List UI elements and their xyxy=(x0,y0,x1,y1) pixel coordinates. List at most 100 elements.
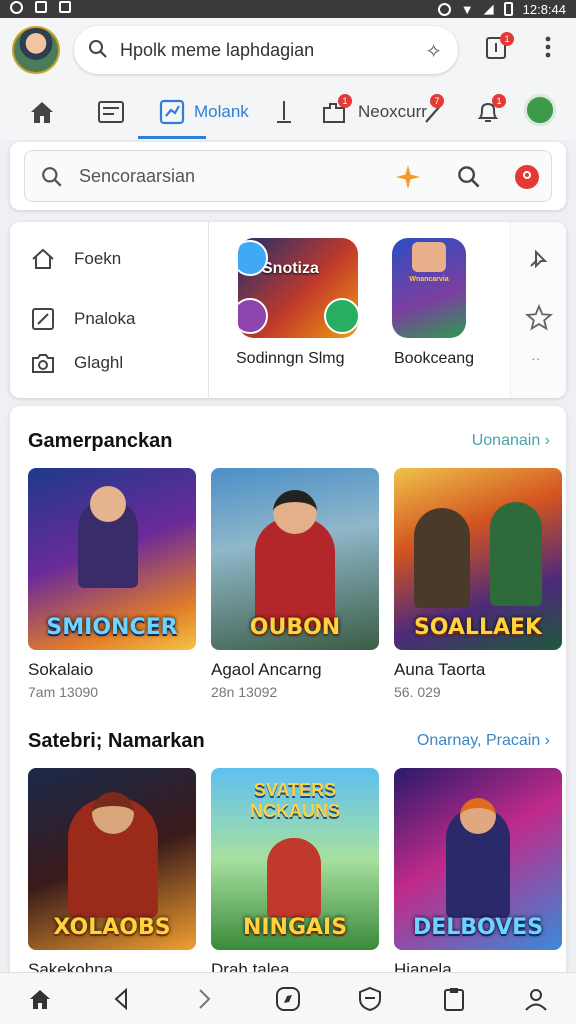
compass-icon[interactable] xyxy=(274,985,302,1013)
tab-badge: 1 xyxy=(338,94,352,108)
quick-item-glaghl[interactable]: Glaghl xyxy=(30,350,123,376)
section-see-more-link[interactable]: Uonanain › xyxy=(472,432,550,450)
tab-divider-tool[interactable] xyxy=(272,92,304,132)
game-cover: SVATERS NCKAUNS NINGAIS xyxy=(211,768,379,950)
app-notification-icon xyxy=(35,1,47,13)
library-icon xyxy=(98,101,124,123)
sparkle-icon[interactable] xyxy=(395,164,421,190)
tab-label: Molank xyxy=(194,102,249,121)
gallery-notification-icon xyxy=(59,1,71,13)
game-cover: SMIONCER xyxy=(28,468,196,650)
status-bar: ▼ ◢ 12:8:44 xyxy=(0,0,576,18)
game-cover: DELBOVES xyxy=(394,768,562,950)
quick-item-label: Pnaloka xyxy=(74,309,136,328)
game-title: Agaol Ancarng xyxy=(211,660,322,679)
tab-home[interactable] xyxy=(28,92,64,132)
battery-icon xyxy=(503,2,513,16)
search-icon[interactable] xyxy=(457,165,481,189)
quick-item-foekn[interactable]: Foekn xyxy=(30,246,121,272)
tab-badge: 1 xyxy=(492,94,506,108)
secondary-search-panel: Sencoraarsian xyxy=(10,142,566,210)
search-icon xyxy=(42,167,62,187)
tab-alerts[interactable]: 1 xyxy=(474,92,510,132)
chevron-right-icon: › xyxy=(544,432,550,449)
signal-icon: ◢ xyxy=(483,1,494,16)
featured-tile-2-label: Bookceang xyxy=(394,350,475,367)
more-dots-icon[interactable]: ·· xyxy=(531,350,540,366)
game-cover-art-text: SVATERS NCKAUNS xyxy=(250,780,340,821)
home-outline-icon xyxy=(32,248,54,269)
search-query[interactable]: Hpolk meme laphdagian xyxy=(120,40,314,61)
search-icon xyxy=(89,40,107,58)
lens-icon[interactable]: ✧ xyxy=(425,39,442,64)
quick-access-panel: Foekn Pnaloka Glaghl Snotiza Sodinngn Sl… xyxy=(10,222,566,398)
alarm-icon xyxy=(437,2,451,16)
featured-tile-2[interactable]: Wnancarvia xyxy=(392,238,466,338)
featured-tile-1-label: Sodinngn Slmg xyxy=(236,350,345,367)
section-title: Satebri; Namarkan xyxy=(28,730,205,752)
tab-molank[interactable]: Molank xyxy=(158,92,249,132)
game-cover: SOALLAEK xyxy=(394,468,562,650)
bottom-navigation xyxy=(0,972,576,1024)
game-card[interactable]: SVATERS NCKAUNS NINGAIS Drah talea xyxy=(211,768,379,974)
home-icon[interactable] xyxy=(26,985,54,1013)
section-title: Gamerpanckan xyxy=(28,430,173,452)
quick-item-pnaloka[interactable]: Pnaloka xyxy=(30,306,135,332)
shield-icon[interactable] xyxy=(356,985,384,1013)
overflow-menu-button[interactable] xyxy=(538,32,558,66)
game-logo-text: SMIONCER xyxy=(46,615,178,640)
game-card[interactable]: OUBON Agaol Ancarng 28n 13092 xyxy=(211,468,379,700)
section-see-more-link[interactable]: Onarnay, Pracain › xyxy=(417,732,550,750)
tab-bar: Molank 1 Neoxcurr 7 1 xyxy=(0,84,576,140)
game-logo-text: XOLAOBS xyxy=(53,915,171,940)
game-card[interactable]: SOALLAEK Auna Taorta 56. 029 xyxy=(394,468,562,700)
profile-icon[interactable] xyxy=(522,985,550,1013)
featured-tile-1[interactable]: Snotiza xyxy=(238,238,358,338)
tile-art-text: Snotiza xyxy=(262,260,319,277)
game-card[interactable]: XOLAOBS Sakekohna xyxy=(28,768,196,974)
game-title: Sokalaio xyxy=(28,660,94,679)
active-tab-indicator xyxy=(138,136,206,139)
game-card[interactable]: DELBOVES Hianela xyxy=(394,768,562,974)
wifi-icon: ▼ xyxy=(460,1,474,17)
tab-edit[interactable]: 7 xyxy=(422,92,452,132)
search-bar[interactable]: Hpolk meme laphdagian ✧ xyxy=(74,26,458,74)
main-content: Gamerpanckan Uonanain › SMIONCER Sokalai… xyxy=(10,406,566,974)
back-icon[interactable] xyxy=(108,985,136,1013)
record-icon[interactable] xyxy=(515,165,539,189)
panel-side-actions: ·· xyxy=(510,222,566,398)
game-cover: OUBON xyxy=(211,468,379,650)
star-icon[interactable] xyxy=(525,304,553,332)
camera-icon xyxy=(32,354,54,373)
tab-label: Neoxcurr xyxy=(358,102,427,121)
clock-time: 12:8:44 xyxy=(522,1,566,17)
game-card[interactable]: SMIONCER Sokalaio 7am 13090 xyxy=(28,468,196,700)
tab-badge: 7 xyxy=(430,94,444,108)
chevron-right-icon: › xyxy=(544,732,550,749)
profile-avatar[interactable] xyxy=(12,26,60,74)
secondary-search-input[interactable]: Sencoraarsian xyxy=(24,150,552,202)
cursor-icon xyxy=(277,101,291,123)
game-cover: XOLAOBS xyxy=(28,768,196,950)
tab-library[interactable] xyxy=(96,92,134,132)
game-title: Auna Taorta xyxy=(394,660,486,679)
account-badge-icon[interactable] xyxy=(524,94,556,126)
clipboard-icon[interactable] xyxy=(440,985,468,1013)
game-logo-text: OUBON xyxy=(249,615,341,640)
game-logo-text: DELBOVES xyxy=(412,915,544,940)
forward-icon[interactable] xyxy=(190,985,218,1013)
panel-divider xyxy=(208,222,209,398)
tile-art-text: Wnancarvia xyxy=(409,276,449,283)
quick-item-label: Foekn xyxy=(74,249,122,268)
tile-thumb xyxy=(412,242,446,272)
more-vert-icon xyxy=(545,36,551,58)
secondary-search-placeholder: Sencoraarsian xyxy=(79,166,196,186)
games-icon xyxy=(159,99,185,125)
game-logo-text: NINGAIS xyxy=(242,915,348,940)
tab-neoxcurr[interactable]: 1 Neoxcurr xyxy=(320,92,427,132)
quick-item-label: Glaghl xyxy=(74,353,124,372)
game-logo-text: SOALLAEK xyxy=(413,615,543,640)
game-subtitle: 28n 13092 xyxy=(211,684,278,700)
pin-icon[interactable] xyxy=(527,246,551,270)
notifications-button[interactable]: 1 xyxy=(482,32,516,66)
